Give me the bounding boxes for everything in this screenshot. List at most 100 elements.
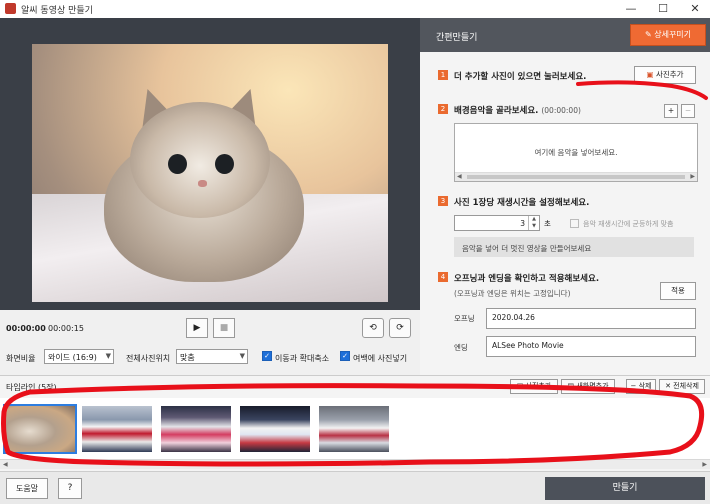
music-list[interactable]: 여기에 음악을 넣어보세요. ◀ ▶ — [454, 123, 698, 182]
delete-button[interactable]: − 삭제 — [626, 379, 656, 394]
chevron-down-icon: ▼ — [239, 352, 245, 360]
timeline-strip[interactable] — [0, 398, 710, 462]
position-label: 전체사진위치 — [126, 354, 171, 363]
timeline-add-photo-button[interactable]: ▣ 사진추가 — [510, 379, 558, 394]
remove-music-button[interactable]: − — [681, 104, 695, 118]
rotate-left-button[interactable]: ⟲ — [362, 318, 384, 338]
stepper-arrows-icon[interactable]: ▲ ▼ — [528, 216, 539, 230]
options-row: 화면비율 와이드 (16:9) ▼ 전체사진위치 맞춤 ▼ ✓ 이동과 확대축소… — [0, 346, 420, 368]
timeline-add-photo-label: 사진추가 — [525, 382, 552, 390]
add-photo-button[interactable]: ▣ 사진추가 — [634, 66, 696, 84]
add-music-button[interactable]: + — [664, 104, 678, 118]
total-time: 00:00:15 — [48, 324, 84, 333]
duration-stepper[interactable]: 3 ▲ ▼ — [454, 215, 540, 231]
panel-title: 간편만들기 — [436, 33, 478, 43]
scroll-right-icon[interactable]: ▶ — [702, 461, 707, 468]
timeline-thumbnail[interactable] — [82, 406, 152, 452]
playback-controls: 00:00:00 00:00:15 ▶ ■ ⟲ ⟳ — [0, 310, 420, 344]
title-bar: 알씨 동영상 만들기 — ☐ ✕ — [0, 0, 710, 18]
detail-decorate-button[interactable]: ✎ 상세꾸미기 — [630, 24, 706, 46]
delete-all-label: 전체삭제 — [673, 382, 699, 390]
step-3-text: 사진 1장당 재생시간을 설정해보세요. — [454, 198, 590, 208]
timeline-thumbnail[interactable] — [319, 406, 389, 452]
timeline-thumbnail[interactable] — [3, 404, 77, 454]
fit-music-checkbox[interactable] — [570, 219, 579, 228]
add-new-screen-label: 새화면추가 — [576, 382, 609, 390]
add-new-screen-button[interactable]: ▤ 새화면추가 — [561, 379, 615, 394]
preview-photo-kitten — [32, 44, 388, 302]
music-hint: 여기에 음악을 넣어보세요. — [534, 148, 618, 157]
panel-header: 간편만들기 ✎ 상세꾸미기 — [420, 18, 710, 52]
help-button[interactable]: 도움말 — [6, 478, 48, 499]
step-4-note: (오프닝과 엔딩은 위치는 고정입니다) — [454, 289, 571, 298]
timeline-thumbnail[interactable] — [240, 406, 310, 452]
step-4-text: 오프닝과 엔딩을 확인하고 적용해보세요. — [454, 274, 600, 284]
duration-value: 3 — [520, 219, 525, 228]
photo-kitten-head — [130, 102, 270, 218]
window-title: 알씨 동영상 만들기 — [21, 6, 93, 16]
screen-icon: ▤ — [567, 382, 575, 390]
duration-unit: 초 — [544, 219, 551, 228]
chevron-down-icon: ▼ — [105, 352, 111, 360]
minus-icon: − — [630, 382, 637, 390]
scroll-left-icon[interactable]: ◀ — [3, 461, 8, 468]
timeline-title: 타임라인 (5장) — [6, 383, 57, 392]
photo-icon: ▣ — [516, 382, 524, 390]
step-4-number: 4 — [438, 272, 448, 282]
scroll-left-icon[interactable]: ◀ — [457, 173, 462, 180]
blank-fill-checkbox[interactable]: ✓ — [340, 351, 350, 361]
step-1-text: 더 추가할 사진이 있으면 눌러보세요. — [454, 72, 587, 82]
ratio-value: 와이드 (16:9) — [48, 353, 97, 362]
close-icon: ✕ — [665, 382, 671, 390]
question-button[interactable]: ? — [58, 478, 82, 499]
step-2-number: 2 — [438, 104, 448, 114]
timeline-thumbnail[interactable] — [161, 406, 231, 452]
delete-label: 삭제 — [638, 382, 652, 390]
music-scrollbar[interactable]: ◀ ▶ — [455, 172, 697, 181]
step-1-number: 1 — [438, 70, 448, 80]
move-zoom-checkbox[interactable]: ✓ — [262, 351, 272, 361]
scroll-thumb[interactable] — [467, 175, 685, 179]
opening-input[interactable]: 2020.04.26 — [486, 308, 696, 329]
delete-all-button[interactable]: ✕ 전체삭제 — [659, 379, 705, 394]
play-button[interactable]: ▶ — [186, 318, 208, 338]
current-time: 00:00:00 — [6, 324, 46, 333]
position-select[interactable]: 맞춤 ▼ — [176, 349, 248, 364]
app-logo-icon — [5, 3, 16, 14]
music-duration: (00:00:00) — [541, 106, 581, 115]
step-3-number: 3 — [438, 196, 448, 206]
step-2-label: 배경음악을 골라보세요. — [454, 106, 539, 116]
stop-button[interactable]: ■ — [213, 318, 235, 338]
info-bar: 음악을 넣어 더 멋진 영상을 만들어보세요 — [454, 237, 694, 257]
photo-kitten-eye — [168, 154, 187, 174]
ratio-label: 화면비율 — [6, 354, 36, 363]
timeline: 타임라인 (5장) ▣ 사진추가 ▤ 새화면추가 − 삭제 ✕ 전체삭제 ◀ ▶ — [0, 375, 710, 471]
opening-label: 오프닝 — [454, 314, 475, 323]
fit-music-label: 음악 재생시간에 균등하게 맞춤 — [583, 220, 674, 228]
position-value: 맞춤 — [180, 353, 195, 362]
quick-make-panel: 간편만들기 ✎ 상세꾸미기 1 더 추가할 사진이 있으면 눌러보세요. ▣ 사… — [420, 18, 710, 375]
photo-icon: ▣ — [646, 70, 656, 79]
detail-decorate-label: 상세꾸미기 — [654, 30, 692, 39]
ending-input[interactable]: ALSee Photo Movie — [486, 336, 696, 357]
step-2-text: 배경음악을 골라보세요. (00:00:00) — [454, 104, 581, 116]
apply-button[interactable]: 적용 — [660, 282, 696, 300]
rotate-right-button[interactable]: ⟳ — [389, 318, 411, 338]
move-zoom-label: 이동과 확대축소 — [275, 354, 330, 363]
blank-fill-label: 여백에 사진넣기 — [353, 354, 408, 363]
scroll-right-icon[interactable]: ▶ — [690, 173, 695, 180]
make-button[interactable]: 만들기 — [545, 477, 705, 500]
info-text: 음악을 넣어 더 멋진 영상을 만들어보세요 — [462, 244, 592, 253]
photo-kitten-nose — [198, 180, 207, 187]
ending-label: 엔딩 — [454, 343, 468, 352]
bottom-bar: 도움말 ? 만들기 — [0, 471, 710, 504]
add-photo-label: 사진추가 — [655, 70, 684, 79]
preview-area — [0, 18, 420, 310]
ratio-select[interactable]: 와이드 (16:9) ▼ — [44, 349, 114, 364]
close-button[interactable]: ✕ — [680, 0, 710, 18]
photo-kitten-eye — [215, 154, 234, 174]
timeline-scrollbar[interactable]: ◀ ▶ — [0, 459, 710, 469]
maximize-button[interactable]: ☐ — [648, 0, 678, 18]
minimize-button[interactable]: — — [616, 0, 646, 18]
magic-wand-icon: ✎ — [644, 30, 655, 39]
